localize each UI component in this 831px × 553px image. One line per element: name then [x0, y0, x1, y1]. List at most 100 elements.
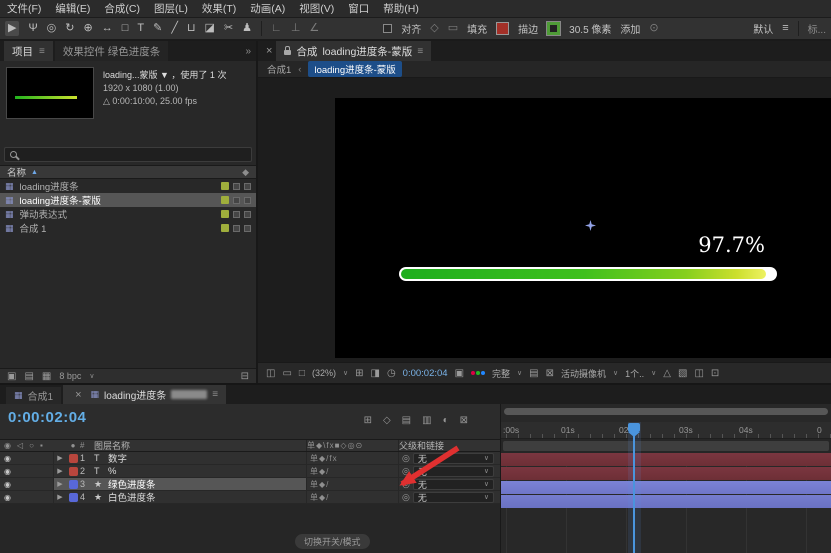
preview-timecode[interactable]: 0:00:02:04: [403, 368, 448, 379]
label-chip[interactable]: [221, 224, 229, 232]
grid-guides-icon[interactable]: ⊞: [355, 368, 363, 379]
selection-tool-icon[interactable]: ▶: [5, 21, 19, 36]
project-search-field[interactable]: [4, 147, 252, 162]
preview-time-icon[interactable]: ◷: [387, 368, 396, 379]
menu-view[interactable]: 视图(V): [292, 0, 341, 18]
layer-name-group[interactable]: ▶ 4 ★ 白色进度条: [54, 491, 306, 503]
layer-label-chip[interactable]: [69, 467, 78, 476]
close-tab-icon[interactable]: ×: [71, 389, 85, 401]
zoom-tool-icon[interactable]: ◎: [47, 23, 57, 34]
zoom-level[interactable]: (32%): [312, 368, 336, 378]
layer-bar-1[interactable]: [501, 453, 831, 466]
menu-effect[interactable]: 效果(T): [195, 0, 243, 18]
pixel-aspect-icon[interactable]: △: [663, 368, 671, 379]
tab-effect-controls[interactable]: 效果控件 绿色进度条: [55, 41, 168, 61]
tab-project[interactable]: 项目 ≡: [4, 41, 53, 61]
brush-tool-icon[interactable]: ╱: [171, 23, 178, 34]
transparency-grid-icon[interactable]: □: [299, 368, 305, 379]
layer-name[interactable]: 数字: [108, 451, 306, 465]
layer-name[interactable]: 白色进度条: [108, 490, 306, 504]
close-panel-icon[interactable]: ×: [262, 45, 276, 57]
add-options-icon[interactable]: ⊙: [649, 23, 658, 34]
trash-icon[interactable]: ⊟: [241, 371, 249, 382]
fill-color-swatch[interactable]: [496, 22, 509, 35]
show-channel-icon[interactable]: [471, 371, 485, 375]
name-column-header[interactable]: 名称: [7, 165, 26, 179]
audio-column-icon[interactable]: ◁: [17, 441, 23, 450]
menu-layer[interactable]: 图层(L): [147, 0, 195, 18]
workspace-search-label[interactable]: 标...: [808, 21, 826, 36]
rotate-tool-icon[interactable]: ↻: [65, 23, 74, 34]
menu-composition[interactable]: 合成(C): [97, 0, 147, 18]
mask-visibility-icon[interactable]: ◨: [370, 368, 379, 379]
layer-name-group[interactable]: ▶ 2 T %: [54, 465, 306, 477]
expander-icon[interactable]: ▶: [54, 493, 66, 501]
eye-icon[interactable]: ◉: [4, 454, 11, 463]
panel-menu-icon[interactable]: ≡: [417, 46, 423, 57]
local-axis-icon[interactable]: ∟: [271, 23, 282, 34]
workspace-menu-icon[interactable]: ≡: [782, 23, 788, 34]
footage-name[interactable]: loading...蒙版 ▼ ，使用了 1 次: [103, 69, 226, 82]
menu-help[interactable]: 帮助(H): [376, 0, 426, 18]
comp-flowchart-icon[interactable]: ⊞: [364, 415, 372, 426]
menu-file[interactable]: 文件(F): [0, 0, 48, 18]
tab-overflow-icon[interactable]: »: [245, 46, 256, 57]
layer-name-group[interactable]: ▶ 3 ★ 绿色进度条: [54, 478, 306, 490]
layer-label-chip[interactable]: [69, 493, 78, 502]
camera-selector[interactable]: 活动摄像机: [561, 367, 606, 380]
layer-bar-2[interactable]: [501, 467, 831, 480]
pan-behind-tool-icon[interactable]: ↔: [102, 23, 113, 34]
exposure-icon[interactable]: ▧: [678, 368, 687, 379]
label-chip[interactable]: [221, 196, 229, 204]
toggle-switches-button[interactable]: 切换开关/模式: [295, 534, 370, 549]
eye-icon[interactable]: ◉: [4, 480, 11, 489]
current-time-indicator[interactable]: [633, 432, 635, 553]
expander-icon[interactable]: ▶: [54, 454, 66, 462]
cti-head[interactable]: [628, 423, 640, 432]
stroke-color-swatch[interactable]: [547, 22, 560, 35]
tab-loading-comp[interactable]: × ▦ loading进度条 ≡: [63, 385, 226, 404]
screen-mode-icon[interactable]: ▭: [282, 368, 291, 379]
puppet-pin-tool-icon[interactable]: ♟: [242, 23, 252, 34]
region-icon[interactable]: ⊠: [546, 368, 554, 379]
project-bit-depth[interactable]: 8 bpc: [59, 371, 81, 381]
shy-layers-icon[interactable]: ▤: [402, 415, 411, 426]
solo-column-icon[interactable]: ○: [29, 441, 34, 450]
project-item[interactable]: ▦ 弹动表达式: [0, 207, 256, 221]
label-column-icon[interactable]: ◆: [242, 167, 249, 178]
layer-bar-4[interactable]: [501, 495, 831, 508]
fill-label[interactable]: 填充: [467, 21, 487, 36]
label-chip[interactable]: [221, 182, 229, 190]
draft-3d-icon[interactable]: ◇: [383, 415, 391, 426]
view-layout-selector[interactable]: 1个..: [625, 367, 644, 380]
workspace-selector[interactable]: 默认: [753, 21, 773, 36]
breadcrumb-parent[interactable]: 合成1: [267, 62, 291, 76]
project-item[interactable]: ▦ loading进度条: [0, 179, 256, 193]
motion-blur-icon[interactable]: ◐: [443, 415, 449, 426]
view-axis-icon[interactable]: ∠: [309, 23, 319, 34]
shape-tool-icon[interactable]: □: [122, 23, 129, 34]
pen-tool-icon[interactable]: ✎: [153, 23, 162, 34]
layer-label-chip[interactable]: [69, 454, 78, 463]
layer-name[interactable]: %: [108, 466, 306, 477]
anchor-point-marker[interactable]: [585, 220, 596, 231]
composition-viewer[interactable]: 97.7%: [258, 78, 831, 362]
fast-preview-icon[interactable]: ◫: [694, 368, 703, 379]
lock-icon[interactable]: [284, 50, 291, 55]
expander-icon[interactable]: ▶: [54, 467, 66, 475]
fast-previews-icon[interactable]: ▤: [529, 368, 538, 379]
timeline-graph[interactable]: :00s 01s 02 03s 04s 0: [500, 404, 831, 553]
current-time-display[interactable]: 0:00:02:04: [8, 409, 86, 426]
layer-label-chip[interactable]: [69, 480, 78, 489]
panel-menu-icon[interactable]: ≡: [212, 389, 218, 400]
expander-icon[interactable]: ▶: [54, 480, 66, 488]
new-folder-icon[interactable]: ▤: [24, 371, 33, 382]
stroke-label[interactable]: 描边: [518, 21, 538, 36]
project-item-selected[interactable]: ▦ loading进度条-蒙版: [0, 193, 256, 207]
work-area-bar[interactable]: [501, 439, 831, 453]
number-column-header[interactable]: #: [80, 441, 94, 450]
breadcrumb-current[interactable]: loading进度条-蒙版: [308, 61, 401, 77]
layer-bar-3[interactable]: [501, 481, 831, 494]
snapshot-camera-icon[interactable]: ▣: [455, 368, 464, 379]
panel-menu-icon[interactable]: ≡: [39, 46, 45, 57]
